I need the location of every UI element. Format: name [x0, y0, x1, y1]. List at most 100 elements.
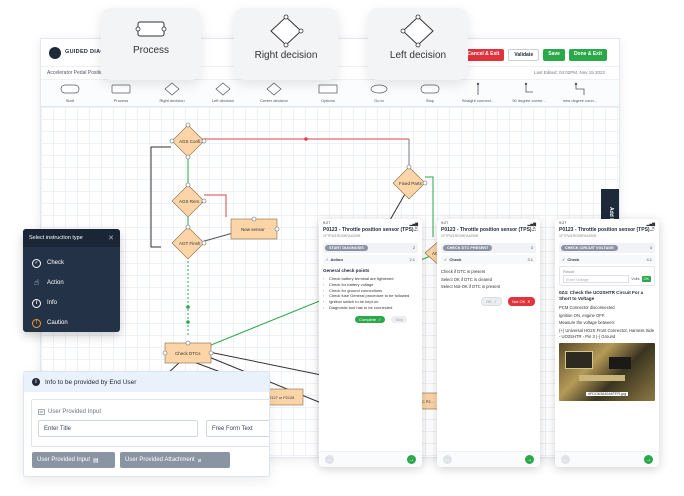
port-handle[interactable]	[185, 122, 191, 128]
instruction-type-panel: Select instruction type ✕ ✓ Check ☝ Acti…	[23, 229, 120, 332]
port-handle[interactable]	[185, 224, 191, 230]
palette-new-degree-connector[interactable]: new degree conn...	[555, 82, 605, 103]
step-number: 3.1	[527, 257, 533, 262]
palette-label: Start	[65, 98, 75, 103]
start-shape-icon	[60, 84, 80, 94]
form-icon	[38, 409, 45, 415]
vin-text: 1FTFW1RG0HFA42595	[323, 234, 361, 238]
port-handle[interactable]	[422, 180, 428, 186]
back-arrow-icon[interactable]: ←	[561, 455, 570, 464]
instruction-line: Ignition ON, engine OFF.	[559, 312, 606, 318]
port-handle[interactable]	[162, 350, 168, 356]
palette-stop[interactable]: Stop	[405, 82, 455, 103]
complete-button[interactable]: Complete ✓	[355, 315, 386, 323]
right-decision-card-label: Right decision	[254, 50, 318, 61]
caution-icon: !	[32, 318, 41, 328]
port-handle[interactable]	[406, 164, 412, 170]
node-label: AGS Rem...	[179, 199, 203, 204]
enter-title-input[interactable]: Enter Title	[38, 420, 198, 437]
palette-label: 90 degree conne...	[512, 98, 546, 103]
close-icon[interactable]: ×	[532, 226, 536, 232]
port-handle[interactable]	[201, 240, 207, 246]
status-bar: 9:27 ▂▄▆	[437, 219, 540, 227]
straight-connector-icon	[476, 82, 480, 95]
user-provided-input-button[interactable]: User Provided Input ▤	[32, 452, 115, 468]
right-decision-card[interactable]: Right decision	[234, 8, 338, 80]
section-number: 2	[412, 245, 415, 250]
voltage-input[interactable]: Enter Voltage	[563, 275, 630, 283]
next-arrow-icon[interactable]: →	[525, 455, 534, 464]
node-label: New sensor	[241, 227, 265, 232]
palette-start[interactable]: Start	[45, 82, 95, 103]
next-arrow-icon[interactable]: →	[407, 455, 416, 464]
port-handle[interactable]	[251, 216, 257, 222]
end-user-info-panel: i Info to be provided by End User User P…	[23, 371, 270, 477]
section-bar: CHECK CIRCUIT VOLTAGE 4	[559, 243, 655, 253]
validate-button[interactable]: Validate	[508, 49, 540, 61]
port-handle[interactable]	[185, 154, 191, 160]
user-provided-attachment-button[interactable]: User Provided Attachment ⌀	[120, 452, 230, 468]
palette-process[interactable]: Process	[96, 82, 146, 103]
close-icon[interactable]: ×	[414, 226, 418, 232]
port-handle[interactable]	[208, 350, 214, 356]
left-decision-shape-icon	[215, 82, 231, 96]
phone-circuit-step: 9:27 ▂▄▆ P0123 - Throttle position senso…	[555, 219, 659, 467]
next-arrow-icon[interactable]: →	[644, 455, 653, 464]
step-heading: 0Z4: Check the UO2SHTR Circuit For a Sho…	[559, 290, 644, 301]
check-icon: ✓	[378, 316, 382, 322]
right-decision-icon	[270, 14, 304, 48]
instruction-line: Check if DTC is present	[441, 269, 486, 274]
result-ok-button[interactable]: OK	[641, 276, 651, 282]
palette-straight-connector[interactable]: Straight connect...	[453, 82, 503, 103]
circuit-board-photo[interactable]: 4FDO6364546TFR.jpg	[559, 343, 655, 402]
info-icon: i	[32, 378, 40, 386]
palette-right-decision[interactable]: Right decision	[147, 82, 197, 103]
editor-actions: Cancel & Exit Validate Save Done & Exit	[462, 49, 607, 61]
done-exit-button[interactable]: Done & Exit	[568, 49, 607, 61]
document-title: Accelerator Pedal Position	[47, 70, 106, 76]
section-pill: CHECK DTC PRESENT	[443, 244, 493, 251]
instruction-option-info[interactable]: i Info	[23, 293, 120, 313]
ok-button[interactable]: OK ✓	[481, 297, 503, 307]
shape-palette: Start Process Right decision Left decisi…	[41, 79, 619, 107]
not-ok-button[interactable]: Not OK ✕	[508, 297, 535, 307]
instruction-option-caution[interactable]: ! Caution	[23, 313, 120, 332]
back-arrow-icon[interactable]: ←	[443, 455, 452, 464]
port-handle[interactable]	[274, 226, 280, 232]
palette-label: Go to	[374, 98, 384, 103]
status-bar: 9:27 ▂▄▆	[555, 219, 659, 227]
close-icon[interactable]: ✕	[108, 234, 114, 242]
skip-button[interactable]: Skip	[391, 315, 408, 323]
palette-left-decision[interactable]: Left decision	[198, 82, 248, 103]
instruction-option-label: Caution	[47, 320, 68, 326]
free-form-text-input[interactable]: Free Form Text	[206, 420, 269, 437]
palette-options[interactable]: Options	[303, 82, 353, 103]
port-handle[interactable]	[201, 198, 207, 204]
save-button[interactable]: Save	[543, 49, 565, 61]
skip-label: Skip	[395, 316, 404, 322]
ninety-degree-connector-icon	[524, 82, 533, 93]
palette-90-connector[interactable]: 90 degree conne...	[504, 82, 554, 103]
port-handle[interactable]	[185, 340, 191, 346]
process-card[interactable]: Process	[101, 8, 201, 80]
palette-goto[interactable]: Go to	[354, 82, 404, 103]
center-decision-shape-icon	[266, 82, 282, 96]
left-decision-card[interactable]: Left decision	[368, 8, 468, 80]
close-icon[interactable]: ×	[651, 226, 655, 232]
left-decision-card-label: Left decision	[389, 50, 447, 61]
palette-center-decision[interactable]: Center decision	[249, 82, 299, 103]
port-handle[interactable]	[169, 138, 175, 144]
user-provided-input-label: User Provided Input	[37, 457, 91, 463]
phone-title: P0123 - Throttle position sensor (TPS)..…	[437, 226, 540, 233]
port-handle[interactable]	[185, 182, 191, 188]
options-shape-icon	[318, 84, 338, 94]
connector	[150, 146, 171, 248]
step-number: 4.1	[646, 257, 652, 262]
port-handle[interactable]	[201, 138, 207, 144]
phone-title: P0123 - Throttle position sensor (TPS)..…	[319, 226, 422, 233]
instruction-option-check[interactable]: ✓ Check	[23, 253, 120, 273]
back-arrow-icon[interactable]: ←	[325, 455, 334, 464]
section-pill: START DIAGNOSIS	[325, 244, 368, 251]
instruction-option-action[interactable]: ☝ Action	[23, 273, 120, 293]
cancel-exit-button[interactable]: Cancel & Exit	[462, 49, 505, 61]
